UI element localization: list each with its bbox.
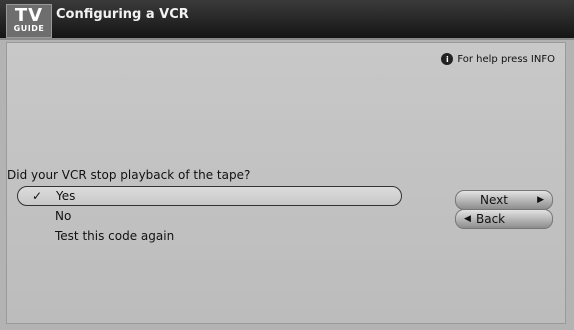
page-title: Configuring a VCR [56, 7, 189, 22]
options-list: ✓ Yes No Test this code again [17, 186, 402, 246]
arrow-left-icon: ◀ [464, 214, 471, 224]
option-label: No [55, 209, 72, 223]
tv-guide-screen: TV GUIDE Configuring a VCR i For help pr… [0, 0, 574, 330]
info-icon: i [441, 53, 454, 65]
option-label: Test this code again [55, 229, 175, 243]
logo-guide-text: GUIDE [13, 24, 45, 33]
option-test-again[interactable]: Test this code again [17, 226, 402, 246]
help-hint: i For help press INFO [441, 53, 555, 65]
option-yes[interactable]: ✓ Yes [17, 186, 402, 206]
title-bar: TV GUIDE Configuring a VCR [0, 0, 574, 40]
help-text: For help press INFO [457, 53, 555, 65]
next-button[interactable]: Next ▶ [455, 190, 553, 210]
option-no[interactable]: No [17, 206, 402, 226]
option-label: Yes [56, 189, 76, 203]
content-panel: i For help press INFO Did your VCR stop … [6, 42, 566, 324]
back-label: Back [476, 212, 506, 226]
tv-guide-logo: TV GUIDE [6, 4, 52, 38]
question-text: Did your VCR stop playback of the tape? [7, 168, 251, 182]
back-button[interactable]: ◀ Back [455, 209, 553, 229]
arrow-right-icon: ▶ [537, 195, 544, 205]
next-label: Next [480, 193, 508, 207]
check-icon: ✓ [32, 189, 43, 203]
logo-tv-text: TV [14, 5, 44, 26]
